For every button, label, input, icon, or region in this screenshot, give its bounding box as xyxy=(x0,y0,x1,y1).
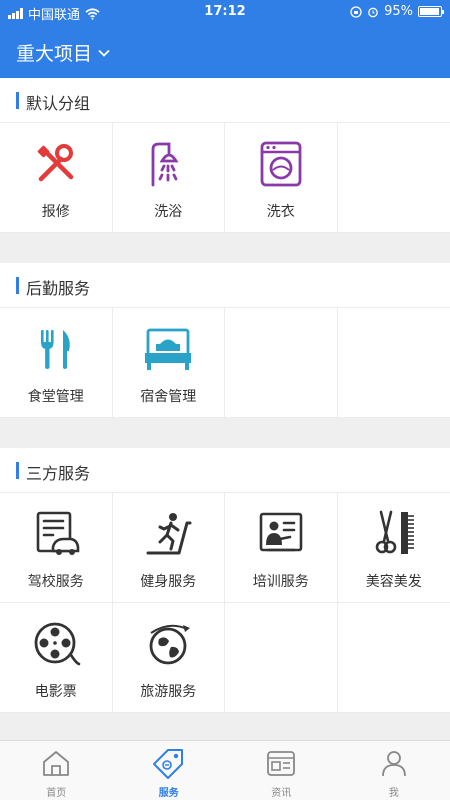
service-label: 洗浴 xyxy=(154,204,183,220)
service-grid-default: 报修 洗浴 洗衣 xyxy=(0,123,450,233)
tab-bar: 首页 服务 资讯 我 xyxy=(0,740,450,800)
section-header-third-party: 三方服务 xyxy=(0,448,450,493)
tab-news[interactable]: 资讯 xyxy=(225,741,338,800)
empty-cell xyxy=(225,308,338,418)
service-grid-logistics: 食堂管理 宿舍管理 xyxy=(0,308,450,418)
section-accent-bar xyxy=(16,92,19,109)
service-label: 宿舍管理 xyxy=(140,389,197,405)
service-label: 食堂管理 xyxy=(27,389,84,405)
alarm-icon xyxy=(368,7,378,17)
page-title: 重大项目 xyxy=(16,43,93,65)
service-label: 电影票 xyxy=(34,684,77,700)
service-training[interactable]: 培训服务 xyxy=(225,493,338,603)
service-label: 培训服务 xyxy=(252,574,309,590)
empty-cell xyxy=(225,603,338,713)
tab-label: 首页 xyxy=(46,788,67,799)
service-shower[interactable]: 洗浴 xyxy=(112,123,225,233)
service-label: 旅游服务 xyxy=(140,684,197,700)
tab-label: 服务 xyxy=(158,788,179,799)
battery-icon xyxy=(418,6,444,17)
service-fitness[interactable]: 健身服务 xyxy=(112,493,225,603)
battery-percent: 95% xyxy=(384,4,413,19)
service-grid-third-party: 驾校服务 健身服务 培训服务 美容美发 电影票 旅游服务 xyxy=(0,493,450,713)
washing-machine-icon xyxy=(260,141,302,187)
status-right: 95% xyxy=(350,4,444,19)
user-icon xyxy=(381,751,406,777)
rotation-lock-icon xyxy=(350,5,362,18)
service-laundry[interactable]: 洗衣 xyxy=(225,123,338,233)
treadmill-icon xyxy=(146,513,192,555)
status-bar: 中国联通 17:12 95% xyxy=(0,0,450,25)
empty-cell xyxy=(337,603,450,713)
service-beauty[interactable]: 美容美发 xyxy=(337,493,450,603)
news-icon xyxy=(267,751,296,776)
service-tag-icon xyxy=(152,749,183,779)
service-dormitory[interactable]: 宿舍管理 xyxy=(112,308,225,418)
service-label: 报修 xyxy=(41,204,70,220)
training-board-icon xyxy=(259,512,303,552)
chevron-down-icon xyxy=(98,49,110,57)
driving-school-icon xyxy=(36,511,80,555)
service-label: 洗衣 xyxy=(266,204,295,220)
tab-service[interactable]: 服务 xyxy=(113,741,226,800)
section-title: 三方服务 xyxy=(26,464,91,483)
shower-icon xyxy=(151,142,179,187)
service-label: 驾校服务 xyxy=(27,574,84,590)
section-accent-bar xyxy=(16,277,19,294)
section-title: 默认分组 xyxy=(26,94,91,113)
bed-icon xyxy=(145,328,192,370)
nav-bar: 重大项目 xyxy=(0,25,450,78)
service-repair[interactable]: 报修 xyxy=(0,123,113,233)
empty-cell xyxy=(337,308,450,418)
section-header-logistics: 后勤服务 xyxy=(0,263,450,308)
service-driving-school[interactable]: 驾校服务 xyxy=(0,493,113,603)
tab-me[interactable]: 我 xyxy=(338,741,450,800)
cutlery-icon xyxy=(40,330,70,369)
film-reel-icon xyxy=(34,622,81,666)
tab-label: 资讯 xyxy=(271,788,292,799)
section-title: 后勤服务 xyxy=(26,279,91,298)
tab-label: 我 xyxy=(388,788,399,799)
section-header-default: 默认分组 xyxy=(0,78,450,123)
project-selector[interactable]: 重大项目 xyxy=(16,39,112,66)
service-movie-ticket[interactable]: 电影票 xyxy=(0,603,113,713)
scissors-comb-icon xyxy=(375,510,414,554)
service-label: 健身服务 xyxy=(140,574,197,590)
tools-icon xyxy=(37,144,73,182)
section-accent-bar xyxy=(16,462,19,479)
service-label: 美容美发 xyxy=(365,574,422,590)
tab-home[interactable]: 首页 xyxy=(0,741,113,800)
empty-cell xyxy=(337,123,450,233)
service-travel[interactable]: 旅游服务 xyxy=(112,603,225,713)
battery-level xyxy=(420,8,439,15)
service-canteen[interactable]: 食堂管理 xyxy=(0,308,113,418)
globe-plane-icon xyxy=(149,624,191,665)
home-icon xyxy=(43,751,70,776)
